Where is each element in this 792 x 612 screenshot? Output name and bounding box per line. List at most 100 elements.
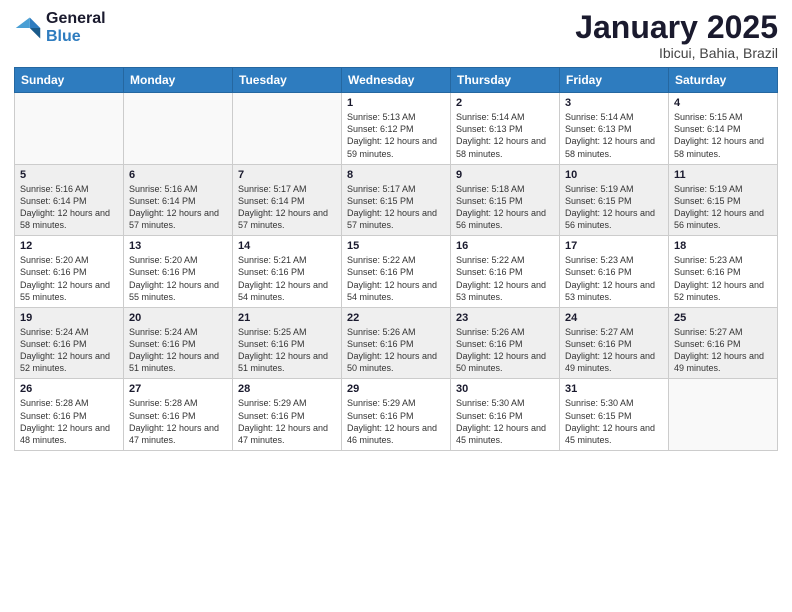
day-info: Sunrise: 5:17 AMSunset: 6:15 PMDaylight:… [347,183,445,232]
day-info: Sunrise: 5:22 AMSunset: 6:16 PMDaylight:… [456,254,554,303]
day-info: Sunrise: 5:24 AMSunset: 6:16 PMDaylight:… [129,326,227,375]
day-number: 11 [674,169,772,181]
table-row [233,93,342,165]
table-row: 21 Sunrise: 5:25 AMSunset: 6:16 PMDayligh… [233,307,342,379]
table-row: 1 Sunrise: 5:13 AMSunset: 6:12 PMDaylight… [342,93,451,165]
day-info: Sunrise: 5:14 AMSunset: 6:13 PMDaylight:… [456,111,554,160]
table-row [124,93,233,165]
day-info: Sunrise: 5:20 AMSunset: 6:16 PMDaylight:… [129,254,227,303]
day-info: Sunrise: 5:14 AMSunset: 6:13 PMDaylight:… [565,111,663,160]
day-number: 6 [129,169,227,181]
page: General Blue January 2025 Ibicui, Bahia,… [0,0,792,612]
logo-text: General Blue [46,10,106,47]
calendar-table: Sunday Monday Tuesday Wednesday Thursday… [14,67,778,451]
day-number: 13 [129,240,227,252]
day-number: 31 [565,383,663,395]
calendar-subtitle: Ibicui, Bahia, Brazil [575,45,778,61]
table-row: 20 Sunrise: 5:24 AMSunset: 6:16 PMDayligh… [124,307,233,379]
table-row [15,93,124,165]
day-number: 24 [565,312,663,324]
day-number: 9 [456,169,554,181]
table-row: 23 Sunrise: 5:26 AMSunset: 6:16 PMDayligh… [451,307,560,379]
header-saturday: Saturday [669,68,778,93]
calendar-week-row: 1 Sunrise: 5:13 AMSunset: 6:12 PMDaylight… [15,93,778,165]
logo-icon [14,14,42,42]
day-info: Sunrise: 5:15 AMSunset: 6:14 PMDaylight:… [674,111,772,160]
table-row: 15 Sunrise: 5:22 AMSunset: 6:16 PMDayligh… [342,236,451,308]
day-number: 2 [456,97,554,109]
table-row: 30 Sunrise: 5:30 AMSunset: 6:16 PMDayligh… [451,379,560,451]
day-number: 3 [565,97,663,109]
table-row: 31Sunrise: 5:30 AMSunset: 6:15 PMDayligh… [560,379,669,451]
day-info: Sunrise: 5:26 AMSunset: 6:16 PMDaylight:… [456,326,554,375]
table-row: 24 Sunrise: 5:27 AMSunset: 6:16 PMDayligh… [560,307,669,379]
table-row: 28 Sunrise: 5:29 AMSunset: 6:16 PMDayligh… [233,379,342,451]
header-sunday: Sunday [15,68,124,93]
header-tuesday: Tuesday [233,68,342,93]
day-info: Sunrise: 5:23 AMSunset: 6:16 PMDaylight:… [565,254,663,303]
day-info: Sunrise: 5:26 AMSunset: 6:16 PMDaylight:… [347,326,445,375]
day-number: 16 [456,240,554,252]
day-info: Sunrise: 5:17 AMSunset: 6:14 PMDaylight:… [238,183,336,232]
table-row: 5 Sunrise: 5:16 AMSunset: 6:14 PMDaylight… [15,164,124,236]
day-number: 28 [238,383,336,395]
table-row: 4 Sunrise: 5:15 AMSunset: 6:14 PMDaylight… [669,93,778,165]
day-number: 29 [347,383,445,395]
table-row: 6 Sunrise: 5:16 AMSunset: 6:14 PMDaylight… [124,164,233,236]
logo: General Blue [14,10,106,47]
header: General Blue January 2025 Ibicui, Bahia,… [14,10,778,61]
calendar-title: January 2025 [575,10,778,45]
header-monday: Monday [124,68,233,93]
day-number: 21 [238,312,336,324]
table-row: 26 Sunrise: 5:28 AMSunset: 6:16 PMDayligh… [15,379,124,451]
day-info: Sunrise: 5:19 AMSunset: 6:15 PMDaylight:… [565,183,663,232]
table-row: 14 Sunrise: 5:21 AMSunset: 6:16 PMDayligh… [233,236,342,308]
day-info: Sunrise: 5:30 AMSunset: 6:16 PMDaylight:… [456,397,554,446]
day-info: Sunrise: 5:27 AMSunset: 6:16 PMDaylight:… [674,326,772,375]
day-number: 14 [238,240,336,252]
day-info: Sunrise: 5:20 AMSunset: 6:16 PMDaylight:… [20,254,118,303]
header-wednesday: Wednesday [342,68,451,93]
header-friday: Friday [560,68,669,93]
day-info: Sunrise: 5:22 AMSunset: 6:16 PMDaylight:… [347,254,445,303]
weekday-header-row: Sunday Monday Tuesday Wednesday Thursday… [15,68,778,93]
day-info: Sunrise: 5:24 AMSunset: 6:16 PMDaylight:… [20,326,118,375]
table-row: 29 Sunrise: 5:29 AMSunset: 6:16 PMDayligh… [342,379,451,451]
day-info: Sunrise: 5:25 AMSunset: 6:16 PMDaylight:… [238,326,336,375]
day-number: 5 [20,169,118,181]
table-row: 10 Sunrise: 5:19 AMSunset: 6:15 PMDayligh… [560,164,669,236]
day-number: 4 [674,97,772,109]
day-number: 10 [565,169,663,181]
day-info: Sunrise: 5:21 AMSunset: 6:16 PMDaylight:… [238,254,336,303]
day-info: Sunrise: 5:16 AMSunset: 6:14 PMDaylight:… [20,183,118,232]
day-number: 23 [456,312,554,324]
title-block: January 2025 Ibicui, Bahia, Brazil [575,10,778,61]
day-info: Sunrise: 5:29 AMSunset: 6:16 PMDaylight:… [347,397,445,446]
table-row [669,379,778,451]
day-number: 18 [674,240,772,252]
calendar-week-row: 26 Sunrise: 5:28 AMSunset: 6:16 PMDayligh… [15,379,778,451]
table-row: 25Sunrise: 5:27 AMSunset: 6:16 PMDayligh… [669,307,778,379]
day-number: 7 [238,169,336,181]
table-row: 13 Sunrise: 5:20 AMSunset: 6:16 PMDayligh… [124,236,233,308]
day-number: 30 [456,383,554,395]
day-number: 15 [347,240,445,252]
day-info: Sunrise: 5:23 AMSunset: 6:16 PMDaylight:… [674,254,772,303]
day-info: Sunrise: 5:13 AMSunset: 6:12 PMDaylight:… [347,111,445,160]
day-number: 26 [20,383,118,395]
day-info: Sunrise: 5:28 AMSunset: 6:16 PMDaylight:… [20,397,118,446]
day-number: 20 [129,312,227,324]
day-number: 1 [347,97,445,109]
table-row: 27Sunrise: 5:28 AMSunset: 6:16 PMDayligh… [124,379,233,451]
day-number: 19 [20,312,118,324]
table-row: 3 Sunrise: 5:14 AMSunset: 6:13 PMDaylight… [560,93,669,165]
table-row: 16 Sunrise: 5:22 AMSunset: 6:16 PMDayligh… [451,236,560,308]
day-number: 27 [129,383,227,395]
table-row: 12Sunrise: 5:20 AMSunset: 6:16 PMDayligh… [15,236,124,308]
day-info: Sunrise: 5:16 AMSunset: 6:14 PMDaylight:… [129,183,227,232]
day-number: 8 [347,169,445,181]
table-row: 8 Sunrise: 5:17 AMSunset: 6:15 PMDaylight… [342,164,451,236]
table-row: 19 Sunrise: 5:24 AMSunset: 6:16 PMDayligh… [15,307,124,379]
day-info: Sunrise: 5:29 AMSunset: 6:16 PMDaylight:… [238,397,336,446]
day-info: Sunrise: 5:27 AMSunset: 6:16 PMDaylight:… [565,326,663,375]
